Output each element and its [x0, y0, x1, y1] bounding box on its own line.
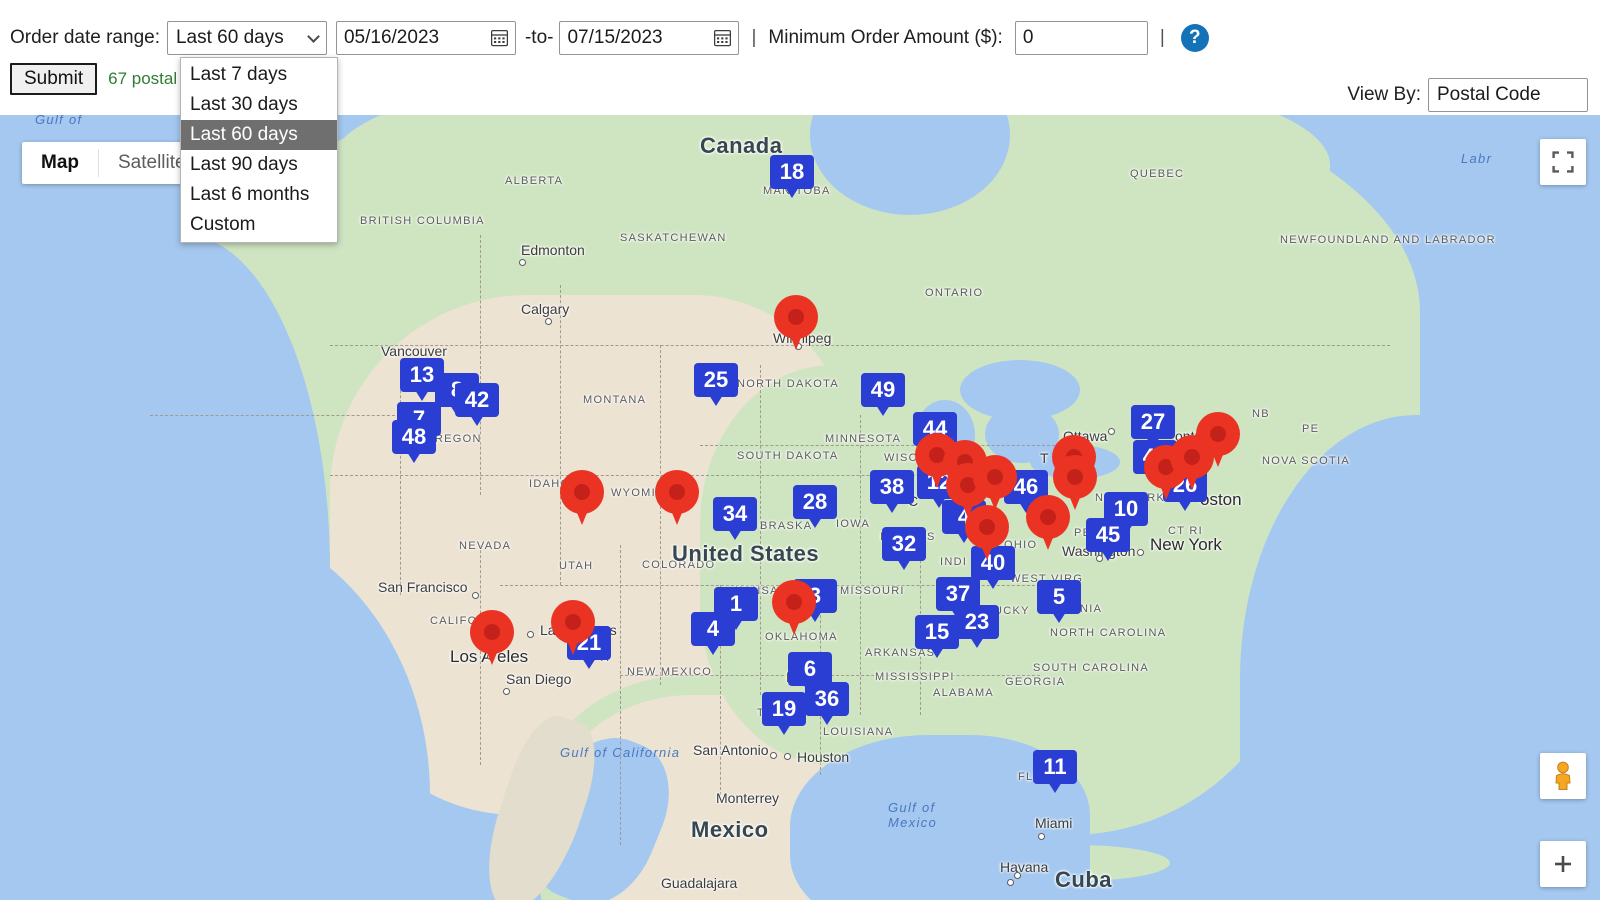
toolbar-separator-2: | [1159, 27, 1165, 48]
end-date-value: 07/15/2023 [567, 27, 663, 48]
cluster-count: 34 [722, 501, 748, 526]
date-range-select-value: Last 60 days [175, 27, 284, 48]
dropdown-option-last-30-days[interactable]: Last 30 days [181, 90, 337, 120]
map-pin-marker[interactable] [655, 470, 699, 528]
map-terrain [1240, 415, 1600, 900]
map-cluster-marker[interactable]: 19 [762, 692, 806, 735]
map-cluster-marker[interactable]: 5 [1037, 580, 1081, 623]
cluster-count: 25 [703, 367, 729, 392]
map-cluster-marker[interactable]: 25 [694, 363, 738, 406]
start-date-value: 05/16/2023 [343, 27, 440, 48]
map-terrain [960, 360, 1080, 420]
help-icon[interactable]: ? [1180, 24, 1209, 52]
minimum-order-amount-input[interactable]: 0 [1014, 21, 1148, 55]
map-cluster-marker[interactable]: 1 [714, 587, 758, 630]
start-date-input[interactable]: 05/16/2023 [335, 21, 516, 55]
view-by-label: View By: [1347, 84, 1421, 105]
map-type-tab-map[interactable]: Map [22, 142, 98, 184]
pin-center-dot [1210, 426, 1226, 442]
map-cluster-marker[interactable]: 48 [392, 420, 436, 463]
map-pin-marker[interactable] [470, 610, 514, 668]
map-pin-marker[interactable] [1196, 412, 1240, 470]
pin-center-dot [786, 594, 802, 610]
pin-center-dot [565, 614, 581, 630]
dropdown-option-last-7-days[interactable]: Last 7 days [181, 60, 337, 90]
cluster-count: 19 [771, 696, 797, 721]
calendar-icon[interactable] [714, 29, 732, 47]
toolbar-separator-1: | [751, 27, 757, 48]
map-pin-marker[interactable] [965, 505, 1009, 563]
pin-center-dot [574, 484, 590, 500]
dropdown-option-custom[interactable]: Custom [181, 210, 337, 240]
pin-center-dot [979, 519, 995, 535]
map-cluster-marker[interactable]: 15 [915, 615, 959, 658]
cluster-count: 23 [964, 609, 990, 634]
minimum-order-amount-label: Minimum Order Amount ($): [768, 27, 1003, 48]
filter-row-primary: Order date range: Last 60 days 05/16/202… [10, 21, 1209, 55]
pin-center-dot [788, 309, 804, 325]
map-cluster-marker[interactable]: 45 [1086, 518, 1130, 561]
pin-center-dot [669, 484, 685, 500]
map-pin-marker[interactable] [551, 600, 595, 658]
map-cluster-marker[interactable]: 34 [713, 497, 757, 540]
map-pin-marker[interactable] [560, 470, 604, 528]
map-cluster-marker[interactable]: 28 [793, 485, 837, 528]
view-by-control: View By: Postal Code [1347, 78, 1588, 112]
minimum-order-amount-value: 0 [1022, 27, 1034, 48]
street-view-pegman-icon[interactable] [1540, 753, 1586, 799]
cluster-count: 11 [1043, 754, 1067, 779]
pin-center-dot [484, 624, 500, 640]
map-pin-marker[interactable] [772, 580, 816, 638]
map-cluster-marker[interactable]: 32 [882, 527, 926, 570]
map-cluster-marker[interactable]: 42 [455, 383, 499, 426]
fullscreen-icon[interactable] [1540, 139, 1586, 185]
cluster-count: 36 [814, 686, 840, 711]
cluster-count: 38 [879, 474, 905, 499]
cluster-count: 28 [802, 489, 828, 514]
order-date-range-label: Order date range: [10, 27, 160, 48]
map-cluster-marker[interactable]: 38 [870, 470, 914, 513]
map-cluster-marker[interactable]: 23 [955, 605, 999, 648]
map-pin-marker[interactable] [774, 295, 818, 353]
calendar-icon[interactable] [490, 29, 508, 47]
cluster-count: 45 [1095, 522, 1121, 547]
view-by-select[interactable]: Postal Code [1428, 78, 1588, 112]
cluster-count: 32 [891, 531, 917, 556]
map-cluster-marker[interactable]: 36 [805, 682, 849, 725]
cluster-count: 15 [924, 619, 950, 644]
cluster-count: 49 [870, 377, 896, 402]
map-cluster-marker[interactable]: 49 [861, 373, 905, 416]
pin-center-dot [1067, 469, 1083, 485]
zoom-in-icon[interactable] [1540, 841, 1586, 887]
end-date-input[interactable]: 07/15/2023 [559, 21, 740, 55]
dropdown-option-last-6-months[interactable]: Last 6 months [181, 180, 337, 210]
date-range-select[interactable]: Last 60 days [166, 21, 327, 55]
view-by-select-value: Postal Code [1437, 84, 1541, 105]
pin-center-dot [1040, 509, 1056, 525]
cluster-count: 1 [729, 591, 743, 616]
cluster-count: 48 [401, 424, 427, 449]
date-range-separator: -to- [524, 27, 554, 48]
map-cluster-marker[interactable]: 11 [1033, 750, 1077, 793]
map-pin-marker[interactable] [1026, 495, 1070, 553]
map-sea-label: Labr [1461, 151, 1493, 166]
date-range-dropdown-list[interactable]: Last 7 days Last 30 days Last 60 days Last … [180, 57, 338, 243]
dropdown-option-last-60-days[interactable]: Last 60 days [181, 120, 337, 150]
cluster-count: 27 [1140, 409, 1166, 434]
map-sea-label: Gulf of [35, 115, 83, 127]
map-cluster-marker[interactable]: 18 [770, 155, 814, 198]
map-type-control: Map Satellite [22, 142, 205, 184]
cluster-count: 5 [1052, 584, 1066, 609]
submit-button[interactable]: Submit [10, 63, 98, 95]
chevron-down-icon [307, 30, 320, 43]
pin-center-dot [987, 469, 1003, 485]
dropdown-option-last-90-days[interactable]: Last 90 days [181, 150, 337, 180]
cluster-count: 6 [803, 656, 817, 681]
cluster-count: 42 [464, 387, 490, 412]
cluster-count: 18 [779, 159, 805, 184]
